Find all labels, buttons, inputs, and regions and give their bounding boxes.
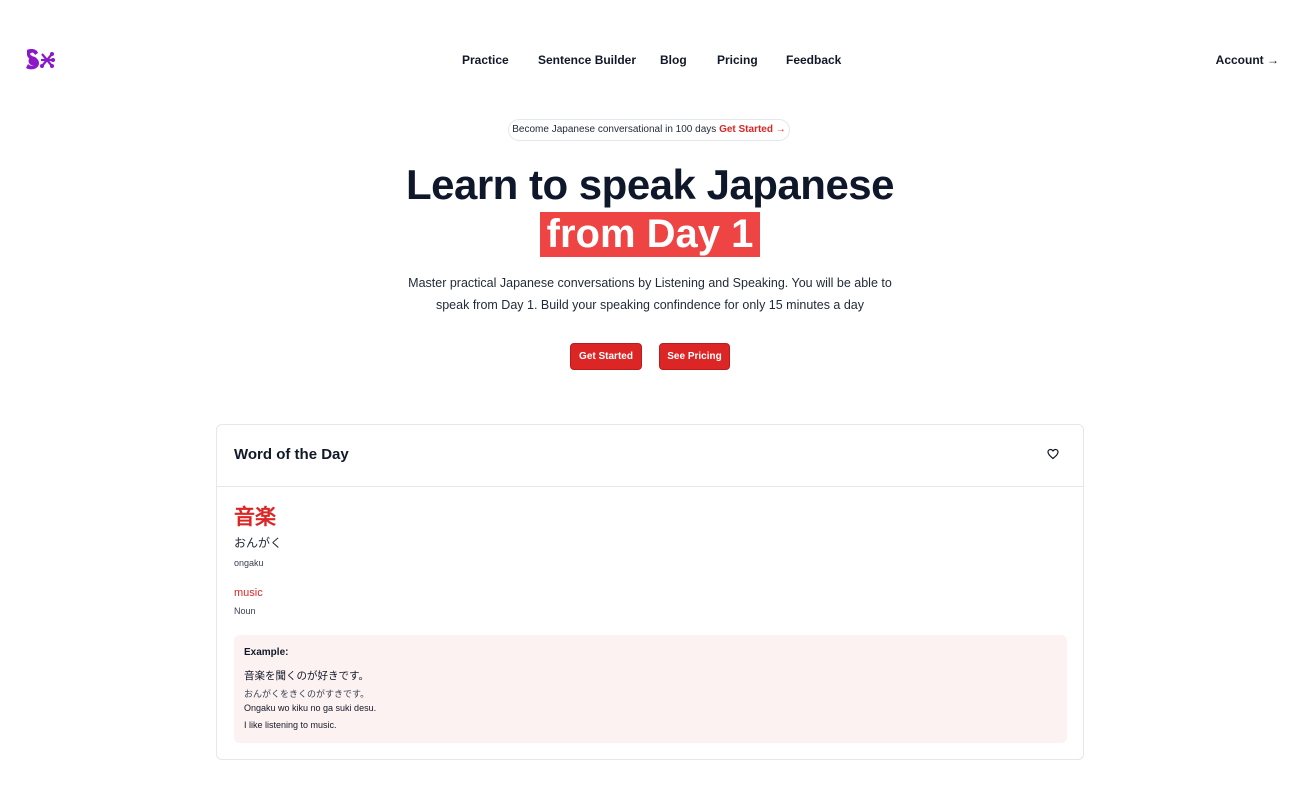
logo-icon[interactable] xyxy=(24,48,56,72)
example-japanese: 音楽を聞くのが好きです。 xyxy=(244,670,369,682)
example-box: Example: 音楽を聞くのが好きです。 おんがくをきくのがすきです。 Ong… xyxy=(234,635,1067,743)
card-title: Word of the Day xyxy=(234,446,349,463)
word-romaji: ongaku xyxy=(234,558,264,568)
hero-title: Learn to speak Japanese xyxy=(405,161,895,208)
hero-subtitle: Master practical Japanese conversations … xyxy=(350,272,950,316)
announcement-cta[interactable]: Get Started → xyxy=(719,124,786,135)
word-kanji: 音楽 xyxy=(234,505,276,529)
nav-link-sentence-builder[interactable]: Sentence Builder xyxy=(538,53,636,67)
account-link[interactable]: Account → xyxy=(1216,53,1279,67)
announcement-pill[interactable]: Become Japanese conversational in 100 da… xyxy=(508,119,790,141)
example-kana: おんがくをきくのがすきです。 xyxy=(244,690,370,700)
nav-links: Practice Sentence Builder Blog Pricing F… xyxy=(0,53,1300,69)
get-started-button[interactable]: Get Started xyxy=(570,343,642,370)
hero-subtitle-line-2: speak from Day 1. Build your speaking co… xyxy=(435,298,864,312)
top-navigation: Practice Sentence Builder Blog Pricing F… xyxy=(0,0,1300,120)
example-label: Example: xyxy=(244,647,289,658)
word-of-the-day-card: Word of the Day 音楽 おんがく ongaku music Nou… xyxy=(216,424,1084,760)
announcement-text: Become Japanese conversational in 100 da… xyxy=(512,124,717,135)
see-pricing-button[interactable]: See Pricing xyxy=(659,343,730,370)
nav-link-blog[interactable]: Blog xyxy=(660,53,687,67)
heart-icon[interactable] xyxy=(1047,448,1059,460)
hero-subtitle-line-1: Master practical Japanese conversations … xyxy=(408,276,892,290)
nav-link-pricing[interactable]: Pricing xyxy=(717,53,758,67)
nav-link-practice[interactable]: Practice xyxy=(462,53,509,67)
word-part-of-speech: Noun xyxy=(234,606,256,616)
word-kana: おんがく xyxy=(234,536,283,550)
nav-link-feedback[interactable]: Feedback xyxy=(786,53,841,67)
example-english: I like listening to music. xyxy=(244,720,337,730)
example-romaji: Ongaku wo kiku no ga suki desu. xyxy=(244,703,377,713)
card-header: Word of the Day xyxy=(217,425,1083,487)
word-meaning: music xyxy=(234,587,263,599)
hero-title-highlight: from Day 1 xyxy=(540,212,760,257)
